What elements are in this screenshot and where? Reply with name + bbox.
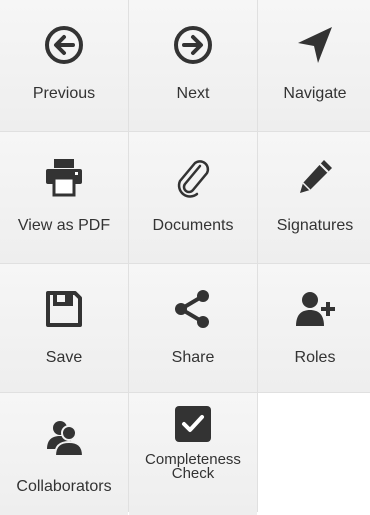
documents-label: Documents xyxy=(152,217,234,234)
share-label: Share xyxy=(171,349,215,366)
user-add-icon xyxy=(292,286,338,332)
share-icon xyxy=(170,286,216,332)
roles-button[interactable]: Roles xyxy=(258,264,370,392)
signatures-button[interactable]: Signatures xyxy=(258,132,370,263)
save-button[interactable]: Save xyxy=(0,264,128,392)
next-button[interactable]: Next xyxy=(129,0,257,131)
roles-label: Roles xyxy=(294,349,336,366)
empty-tile xyxy=(258,393,370,515)
floppy-disk-icon xyxy=(41,286,87,332)
view-as-pdf-button[interactable]: View as PDF xyxy=(0,132,128,263)
action-grid: Previous Next Navigate View as PDF Docum… xyxy=(0,0,370,515)
pencil-icon xyxy=(292,154,338,200)
users-icon xyxy=(41,415,87,461)
navigate-button[interactable]: Navigate xyxy=(258,0,370,131)
completeness-check-button[interactable]: Completeness Check xyxy=(129,393,257,515)
collaborators-button[interactable]: Collaborators xyxy=(0,393,128,515)
next-label: Next xyxy=(176,85,210,102)
previous-button[interactable]: Previous xyxy=(0,0,128,131)
previous-label: Previous xyxy=(32,85,96,102)
arrow-right-circle-icon xyxy=(170,22,216,68)
printer-icon xyxy=(41,154,87,200)
view-as-pdf-label: View as PDF xyxy=(17,217,111,234)
paperclip-icon xyxy=(170,154,216,200)
completeness-check-label: Completeness Check xyxy=(145,451,241,482)
location-arrow-icon xyxy=(292,22,338,68)
arrow-left-circle-icon xyxy=(41,22,87,68)
signatures-label: Signatures xyxy=(276,217,354,234)
share-button[interactable]: Share xyxy=(129,264,257,392)
navigate-label: Navigate xyxy=(283,85,347,102)
save-label: Save xyxy=(45,349,83,366)
collaborators-label: Collaborators xyxy=(16,478,112,495)
check-square-icon xyxy=(170,401,216,447)
documents-button[interactable]: Documents xyxy=(129,132,257,263)
